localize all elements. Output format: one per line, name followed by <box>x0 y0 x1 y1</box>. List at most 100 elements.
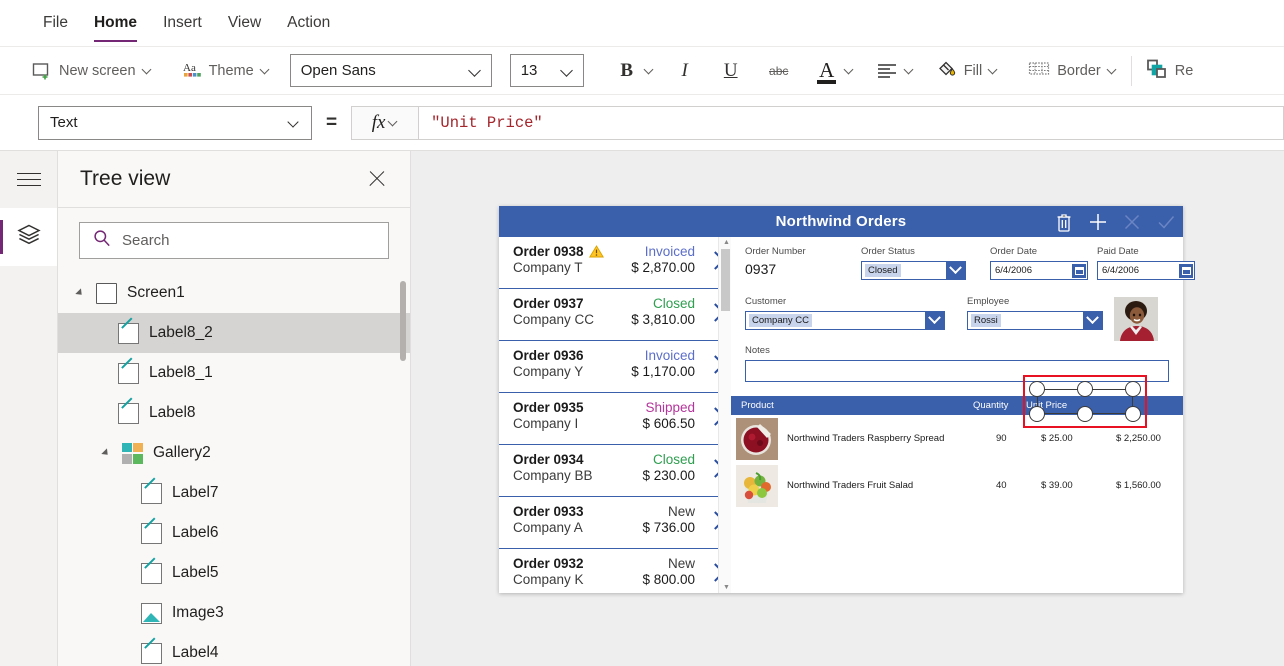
customer-select[interactable]: Company CC <box>745 311 945 330</box>
menu-item-view[interactable]: View <box>215 0 274 46</box>
order-id: Order 0936 <box>513 348 584 363</box>
theme-label: Theme <box>208 62 254 79</box>
column-header-unit-price[interactable]: Unit Price <box>1026 400 1067 411</box>
gallery-item[interactable]: Order 0935 Shipped Company I $ 606.50 <box>499 393 731 445</box>
font-size-select[interactable]: 13 <box>509 54 584 87</box>
gallery-item[interactable]: Order 0937 Closed Company CC $ 3,810.00 <box>499 289 731 341</box>
notes-input[interactable] <box>745 360 1169 382</box>
font-family-select[interactable]: Open Sans <box>289 54 492 87</box>
reorder-label: Re <box>1174 62 1194 79</box>
reorder-icon <box>1146 58 1168 84</box>
customer-field: Customer Company CC <box>745 296 945 330</box>
paid-date-field: Paid Date 6/4/2006 <box>1097 246 1195 280</box>
expand-toggle[interactable] <box>96 448 112 458</box>
font-color-button[interactable]: A <box>810 54 854 88</box>
tree-item-label8[interactable]: Label8 <box>58 393 410 433</box>
tree-item-label: Label8 <box>149 404 196 421</box>
tree-item-label: Label7 <box>172 484 219 501</box>
calendar-icon[interactable] <box>1072 263 1086 278</box>
orders-gallery[interactable]: Order 0938 Invoiced Company T $ 2,870.00 <box>499 237 731 593</box>
chevron-down-icon <box>1083 312 1102 329</box>
gallery-scrollbar[interactable]: ▲ ▼ <box>718 237 731 593</box>
chevron-down-icon <box>905 66 914 75</box>
tree-item-label: Label4 <box>172 644 219 661</box>
order-status: Invoiced <box>644 348 695 363</box>
scroll-down-arrow[interactable]: ▼ <box>723 584 730 591</box>
gallery-item[interactable]: Order 0936 Invoiced Company Y $ 1,170.00 <box>499 341 731 393</box>
tree-item-label8_2[interactable]: Label8_2 <box>58 313 410 353</box>
menu-item-action[interactable]: Action <box>274 0 343 46</box>
chevron-down-icon <box>946 262 965 279</box>
notes-field: Notes <box>745 345 1169 382</box>
tree-item-label4[interactable]: Label4 <box>58 633 410 666</box>
underline-button[interactable]: U <box>714 54 748 88</box>
tree-view-scrollbar[interactable] <box>400 281 406 361</box>
reorder-button[interactable]: Re <box>1138 53 1202 89</box>
bold-button[interactable]: B <box>610 54 654 88</box>
expand-toggle[interactable] <box>70 288 86 298</box>
tree-item-label7[interactable]: Label7 <box>58 473 410 513</box>
gallery-item[interactable]: Order 0938 Invoiced Company T $ 2,870.00 <box>499 237 731 289</box>
menu-item-home[interactable]: Home <box>81 0 150 46</box>
close-icon[interactable] <box>366 168 388 190</box>
menu-item-insert[interactable]: Insert <box>150 0 215 46</box>
border-button[interactable]: Border <box>1020 53 1125 89</box>
order-status-select[interactable]: Closed <box>861 261 966 280</box>
order-id: Order 0934 <box>513 452 584 467</box>
strikethrough-button[interactable]: abc <box>762 54 796 88</box>
left-rail <box>0 151 58 666</box>
rail-tab-tree-view[interactable] <box>0 208 57 266</box>
order-date-input[interactable]: 6/4/2006 <box>990 261 1088 280</box>
bold-label: B <box>620 59 634 81</box>
order-amount: $ 3,810.00 <box>631 312 695 327</box>
check-icon[interactable] <box>1155 211 1177 233</box>
products-table-row[interactable]: Northwind Traders Fruit Salad 40 $ 39.00… <box>731 462 1183 509</box>
gallery-item[interactable]: Order 0932 New Company K $ 800.00 <box>499 549 731 593</box>
tree-item-gallery2[interactable]: Gallery2 <box>58 433 410 473</box>
label-icon <box>118 322 139 344</box>
tree-item-label5[interactable]: Label5 <box>58 553 410 593</box>
menu-item-file[interactable]: File <box>30 0 81 46</box>
cancel-icon[interactable] <box>1121 211 1143 233</box>
tree-item-label: Label6 <box>172 524 219 541</box>
gallery-item[interactable]: Order 0933 New Company A $ 736.00 <box>499 497 731 549</box>
order-status: Closed <box>652 452 695 467</box>
align-button[interactable] <box>870 54 914 88</box>
canvas-area[interactable]: Northwind Orders Order 0938 Invoiced Com… <box>411 151 1284 666</box>
property-select[interactable]: Text <box>38 105 312 140</box>
tree-item-label8_1[interactable]: Label8_1 <box>58 353 410 393</box>
paid-date-input[interactable]: 6/4/2006 <box>1097 261 1195 280</box>
order-amount: $ 230.00 <box>642 468 695 483</box>
tree-item-screen1[interactable]: Screen1 <box>58 273 410 313</box>
ribbon-toolbar: New screen Aa Theme Open Sans 13 B I U a… <box>0 47 1284 95</box>
font-family-value: Open Sans <box>300 62 376 79</box>
products-table-row[interactable]: Northwind Traders Raspberry Spread 90 $ … <box>731 415 1183 462</box>
chevron-down-icon <box>389 118 398 127</box>
employee-select[interactable]: Rossi <box>967 311 1103 330</box>
gallery-item[interactable]: Order 0934 Closed Company BB $ 230.00 <box>499 445 731 497</box>
tree-item-label6[interactable]: Label6 <box>58 513 410 553</box>
fx-button[interactable]: fx <box>351 105 420 140</box>
formula-input[interactable]: "Unit Price" <box>419 105 1284 140</box>
order-status: New <box>667 504 695 519</box>
new-screen-icon <box>32 61 52 81</box>
tree-item-image3[interactable]: Image3 <box>58 593 410 633</box>
calendar-icon[interactable] <box>1179 263 1193 278</box>
new-screen-button[interactable]: New screen <box>24 53 160 89</box>
fill-button[interactable]: Fill <box>928 53 1007 89</box>
search-input[interactable]: Search <box>79 222 389 259</box>
gallery-scroll-thumb[interactable] <box>721 249 730 311</box>
app-body: Order 0938 Invoiced Company T $ 2,870.00 <box>499 237 1195 593</box>
column-header-product: Product <box>741 400 774 411</box>
order-date-field: Order Date 6/4/2006 <box>990 246 1088 280</box>
hamburger-menu-button[interactable] <box>0 151 57 208</box>
italic-button[interactable]: I <box>668 54 702 88</box>
product-thumbnail <box>736 417 778 460</box>
plus-icon[interactable] <box>1087 211 1109 233</box>
theme-button[interactable]: Aa Theme <box>174 53 278 89</box>
label-icon <box>118 402 139 424</box>
scroll-up-arrow[interactable]: ▲ <box>723 239 730 246</box>
trash-icon[interactable] <box>1053 211 1075 233</box>
order-id: Order 0938 <box>513 244 604 259</box>
order-id: Order 0935 <box>513 400 584 415</box>
